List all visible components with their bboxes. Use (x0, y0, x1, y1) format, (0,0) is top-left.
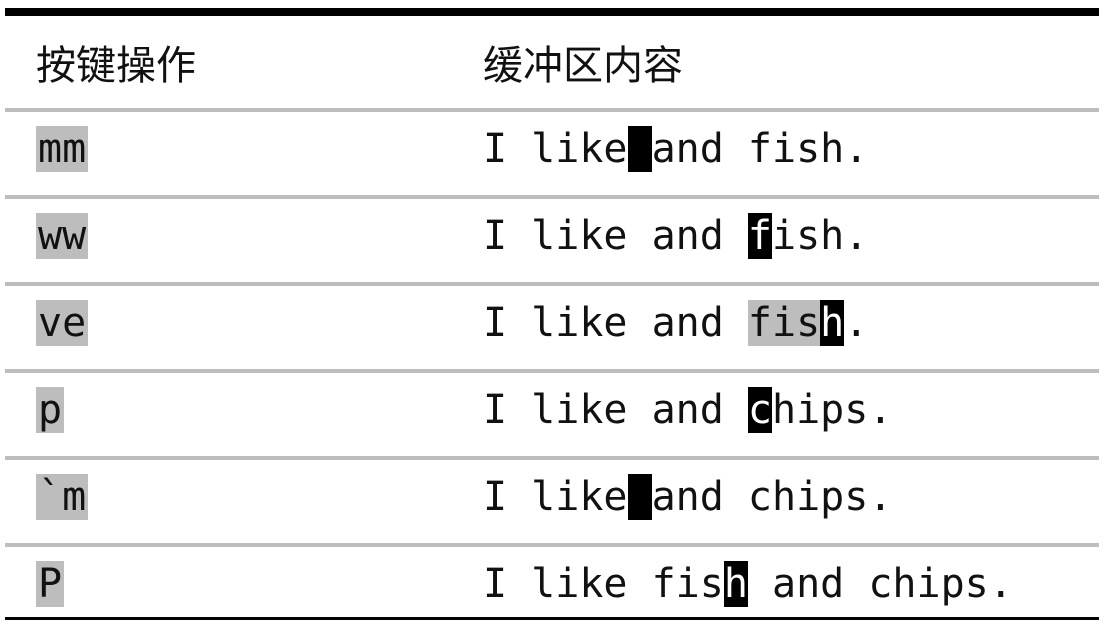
buffer-text: I like and chips. (483, 474, 892, 520)
key-command: p (36, 387, 65, 433)
header-buffer-content: 缓冲区内容 (483, 43, 683, 89)
buffer-after: and fish. (651, 126, 869, 172)
cursor-char: f (747, 213, 772, 259)
buffer-after: and chips. (651, 474, 893, 520)
buffer-before: I like (483, 474, 628, 520)
cursor-char (627, 474, 652, 520)
buffer-before: I like (483, 126, 628, 172)
buffer-before: I like and (483, 213, 748, 259)
key-command: mm (36, 126, 89, 172)
buffer-before: I like and (483, 300, 748, 346)
cursor-char: h (723, 561, 748, 607)
key-buffer-table: 按键操作 缓冲区内容 mm I like and fish. ww I like… (5, 8, 1099, 620)
key-command: ve (36, 300, 89, 346)
buffer-text: I like and chips. (483, 387, 892, 433)
table-row: ve I like and fish. (5, 282, 1099, 369)
key-command: ww (36, 213, 89, 259)
buffer-before: I like fis (483, 561, 724, 607)
key-command: `m (36, 474, 89, 520)
buffer-text: I like and fish. (483, 213, 868, 259)
buffer-text: I like and fish. (483, 126, 868, 172)
buffer-after: hips. (772, 387, 893, 433)
key-command: P (36, 561, 65, 607)
header-key-action: 按键操作 (36, 43, 196, 89)
table-row: p I like and chips. (5, 369, 1099, 456)
buffer-text: I like and fish. (483, 300, 868, 346)
cursor-char: c (747, 387, 772, 433)
buffer-after: and chips. (747, 561, 1013, 607)
visual-selection: fis (747, 300, 821, 346)
table-row: ww I like and fish. (5, 195, 1099, 282)
buffer-before: I like and (483, 387, 748, 433)
buffer-after: ish. (772, 213, 869, 259)
table-header: 按键操作 缓冲区内容 (5, 16, 1099, 108)
buffer-text: I like fish and chips. (483, 561, 1013, 607)
table-row: mm I like and fish. (5, 108, 1099, 195)
cursor-char: h (820, 300, 845, 346)
cursor-char (627, 126, 652, 172)
table-row: P I like fish and chips. (5, 543, 1099, 617)
buffer-after: . (844, 300, 869, 346)
table-row: `m I like and chips. (5, 456, 1099, 543)
